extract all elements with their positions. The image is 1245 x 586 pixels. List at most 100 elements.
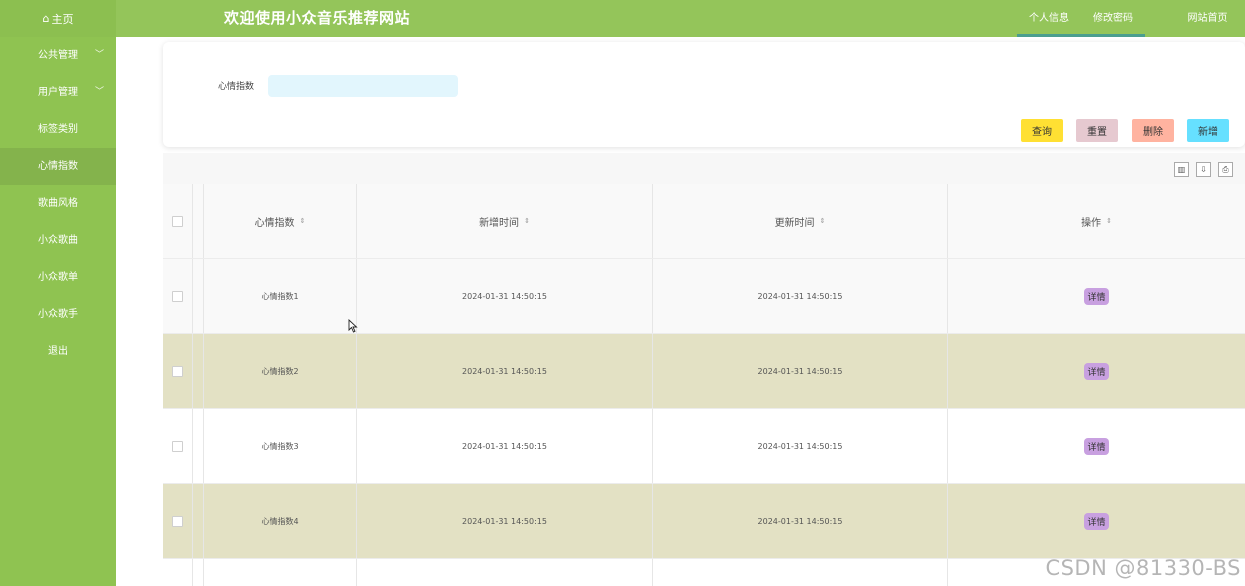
change-password-link[interactable]: 修改密码 (1081, 0, 1145, 37)
select-all-checkbox[interactable] (172, 215, 183, 227)
row-select-cell (163, 409, 193, 483)
top-navbar: ⌂ 主页 欢迎使用小众音乐推荐网站 个人信息 修改密码 网站首页 (0, 0, 1245, 37)
column-header: 心情指数 (254, 217, 295, 229)
row-checkbox[interactable] (172, 290, 183, 302)
cell-updated: 2024-01-31 14:50:15 (653, 259, 948, 333)
table-row[interactable]: 心情指数4 2024-01-31 14:50:15 2024-01-31 14:… (163, 484, 1245, 559)
header-cell-select (163, 184, 193, 258)
sidebar-item-niche-songs[interactable]: 小众歌曲 (0, 222, 116, 259)
row-spacer (193, 259, 204, 333)
row-select-cell (163, 334, 193, 408)
export-icon[interactable]: ⇩ (1196, 162, 1211, 177)
detail-button[interactable]: 详情 (1084, 362, 1109, 380)
table-toolbar: ▥ ⇩ ⎙ (1174, 162, 1233, 177)
main-content: 心情指数 查询 重置 删除 新增 ▥ ⇩ ⎙ 心情指数 ⇕ 新增时间 ⇕ 更新时间 ⇕… (116, 37, 1245, 586)
cell-mood: 心情指数2 (204, 334, 357, 408)
row-checkbox[interactable] (172, 365, 183, 377)
mood-search-input[interactable] (268, 75, 458, 97)
sidebar-item-user-management[interactable]: 用户管理 ﹀ (0, 74, 116, 111)
row-spacer (193, 484, 204, 558)
detail-button[interactable]: 详情 (1084, 437, 1109, 455)
header-cell-mood[interactable]: 心情指数 ⇕ (204, 184, 357, 258)
sidebar-item-label: 小众歌曲 (38, 235, 78, 246)
cell-actions: 详情 (948, 259, 1245, 333)
reset-button[interactable]: 重置 (1076, 119, 1118, 142)
sort-icon: ⇕ (1106, 216, 1112, 225)
sort-icon: ⇕ (819, 216, 826, 225)
row-select-cell (163, 559, 193, 586)
sidebar-item-label: 歌曲风格 (38, 198, 78, 209)
header-spacer (193, 184, 204, 258)
cell-updated: 2024-01-31 14:50:15 (653, 484, 948, 558)
cell-mood: 心情指数1 (204, 259, 357, 333)
query-button[interactable]: 查询 (1021, 119, 1063, 142)
column-header: 操作 (1081, 217, 1102, 229)
sidebar-item-mood-index[interactable]: 心情指数 (0, 148, 116, 185)
row-checkbox[interactable] (172, 440, 183, 452)
sidebar-item-label: 公共管理 (38, 50, 78, 61)
sort-icon: ⇕ (299, 216, 306, 225)
detail-button[interactable]: 详情 (1084, 287, 1109, 305)
sidebar: 公共管理 ﹀ 用户管理 ﹀ 标签类别 心情指数 歌曲风格 小众歌曲 小众歌单 小… (0, 37, 116, 586)
cell-actions: 详情 (948, 334, 1245, 408)
home-icon: ⌂ (42, 12, 50, 25)
cell-mood: 心情指数4 (204, 484, 357, 558)
detail-button[interactable]: 详情 (1084, 512, 1109, 530)
table-row[interactable]: 心情指数3 2024-01-31 14:50:15 2024-01-31 14:… (163, 409, 1245, 484)
row-checkbox[interactable] (172, 515, 183, 527)
cell-added: 2024-01-31 14:50:15 (357, 259, 653, 333)
row-select-cell (163, 259, 193, 333)
print-icon[interactable]: ⎙ (1218, 162, 1233, 177)
cell-updated (653, 559, 948, 586)
mouse-cursor-icon (348, 319, 358, 333)
cell-mood (204, 559, 357, 586)
row-spacer (193, 334, 204, 408)
column-header: 新增时间 (479, 217, 520, 229)
cell-updated: 2024-01-31 14:50:15 (653, 334, 948, 408)
site-home-link[interactable]: 网站首页 (1180, 0, 1235, 37)
cell-added: 2024-01-31 14:50:15 (357, 409, 653, 483)
home-tab[interactable]: ⌂ 主页 (0, 0, 116, 37)
sidebar-item-label: 标签类别 (38, 124, 78, 135)
sidebar-item-label: 用户管理 (38, 87, 78, 98)
table-header: 心情指数 ⇕ 新增时间 ⇕ 更新时间 ⇕ 操作 ⇕ (163, 184, 1245, 259)
delete-button[interactable]: 删除 (1132, 119, 1174, 142)
row-select-cell (163, 484, 193, 558)
watermark: CSDN @81330-BS (1045, 556, 1241, 580)
cell-added: 2024-01-31 14:50:15 (357, 334, 653, 408)
sidebar-item-label: 小众歌单 (38, 272, 78, 283)
sidebar-item-label: 小众歌手 (38, 309, 78, 320)
header-cell-added[interactable]: 新增时间 ⇕ (357, 184, 653, 258)
search-label: 心情指数 (218, 82, 255, 92)
data-table: ▥ ⇩ ⎙ 心情指数 ⇕ 新增时间 ⇕ 更新时间 ⇕ 操作 ⇕ 心情指数1 2024-0… (163, 153, 1245, 586)
sidebar-item-logout[interactable]: 退出 (0, 333, 116, 370)
table-row[interactable]: 心情指数2 2024-01-31 14:50:15 2024-01-31 14:… (163, 334, 1245, 409)
sidebar-item-label: 退出 (48, 346, 68, 357)
column-header: 更新时间 (774, 217, 815, 229)
cell-actions: 详情 (948, 409, 1245, 483)
header-cell-updated[interactable]: 更新时间 ⇕ (653, 184, 948, 258)
site-title: 欢迎使用小众音乐推荐网站 (224, 9, 411, 27)
sidebar-item-public-management[interactable]: 公共管理 ﹀ (0, 37, 116, 74)
sidebar-item-tag-category[interactable]: 标签类别 (0, 111, 116, 148)
sidebar-item-niche-singers[interactable]: 小众歌手 (0, 296, 116, 333)
columns-icon[interactable]: ▥ (1174, 162, 1189, 177)
cell-mood: 心情指数3 (204, 409, 357, 483)
search-panel: 心情指数 查询 重置 删除 新增 (163, 42, 1245, 147)
sidebar-item-label: 心情指数 (38, 161, 78, 172)
home-label: 主页 (51, 12, 74, 26)
add-button[interactable]: 新增 (1187, 119, 1229, 142)
sort-icon: ⇕ (524, 216, 530, 225)
header-cell-actions[interactable]: 操作 ⇕ (948, 184, 1245, 258)
chevron-down-icon: ﹀ (94, 87, 104, 97)
row-spacer (193, 559, 204, 586)
sidebar-item-niche-playlists[interactable]: 小众歌单 (0, 259, 116, 296)
sidebar-item-song-style[interactable]: 歌曲风格 (0, 185, 116, 222)
table-row[interactable]: 心情指数1 2024-01-31 14:50:15 2024-01-31 14:… (163, 259, 1245, 334)
row-spacer (193, 409, 204, 483)
cell-added (357, 559, 653, 586)
cell-updated: 2024-01-31 14:50:15 (653, 409, 948, 483)
chevron-down-icon: ﹀ (94, 50, 104, 60)
cell-actions: 详情 (948, 484, 1245, 558)
profile-link[interactable]: 个人信息 (1017, 0, 1081, 37)
